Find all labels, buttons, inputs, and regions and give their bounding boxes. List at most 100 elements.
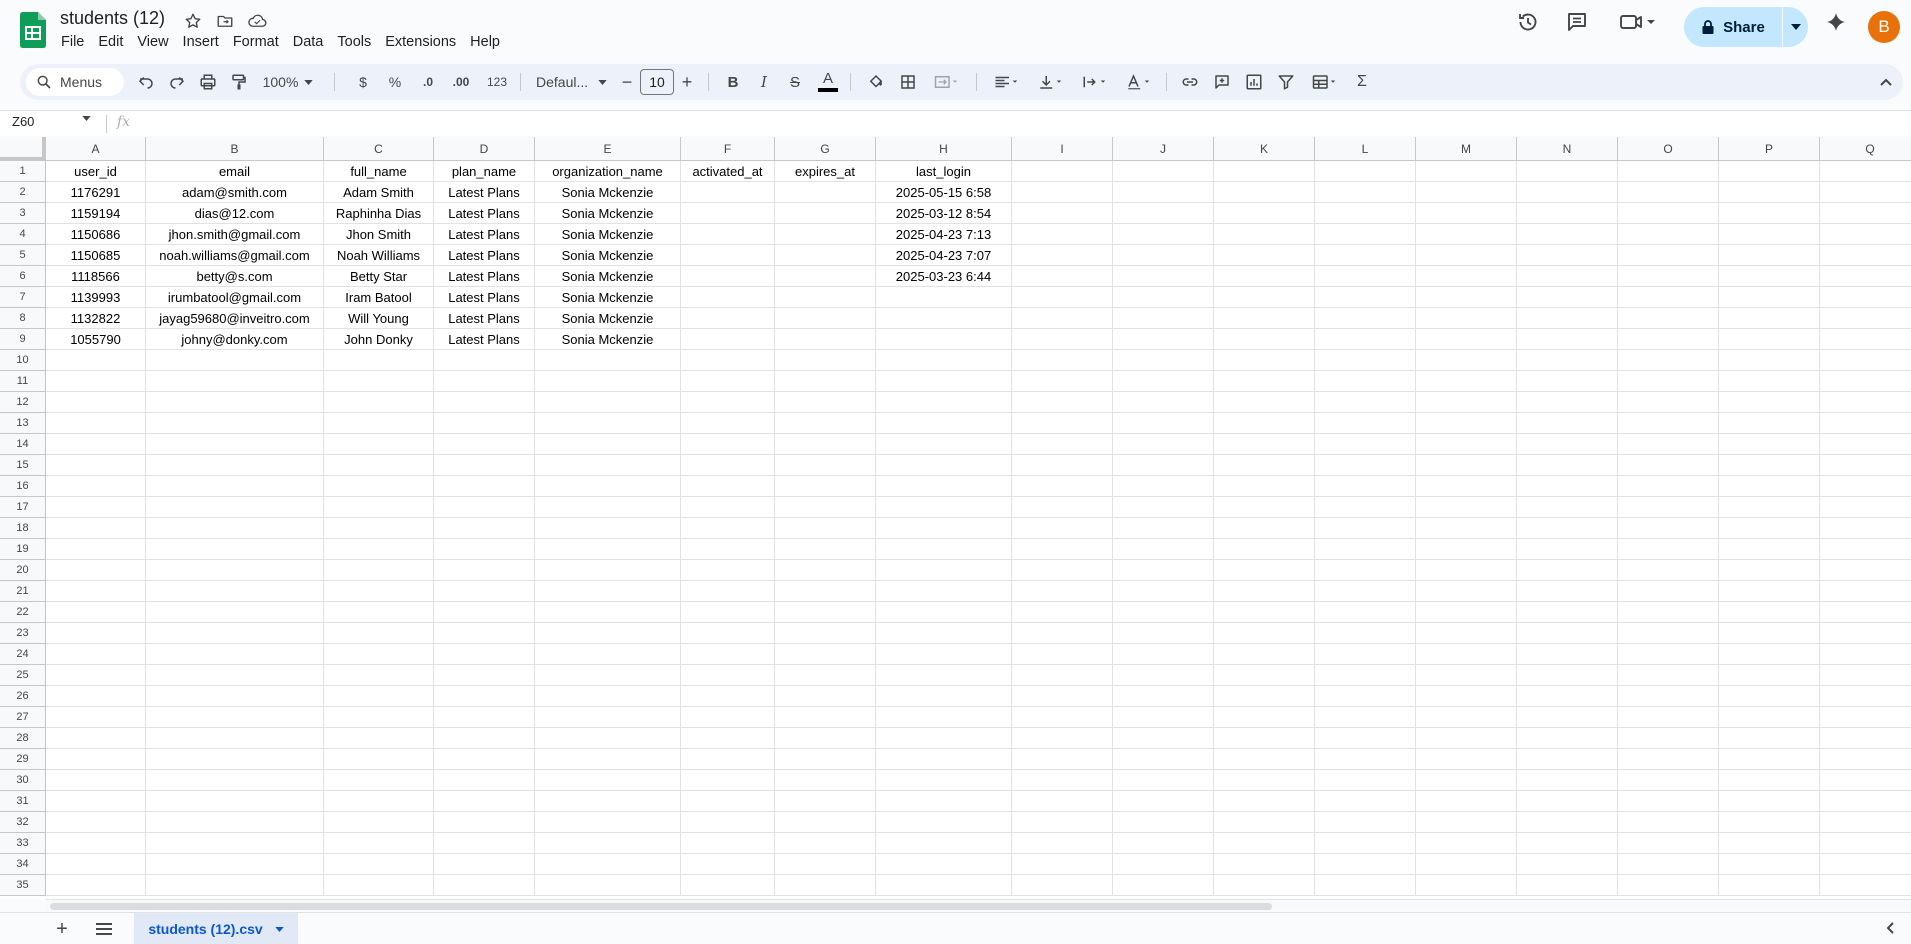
cell-q29[interactable]: [1820, 749, 1911, 770]
cell-q7[interactable]: [1820, 287, 1911, 308]
cell-d9[interactable]: Latest Plans: [434, 329, 535, 350]
cell-a25[interactable]: [46, 665, 146, 686]
cell-j22[interactable]: [1113, 602, 1214, 623]
cell-o7[interactable]: [1618, 287, 1719, 308]
cell-d5[interactable]: Latest Plans: [434, 245, 535, 266]
cell-k27[interactable]: [1214, 707, 1315, 728]
menu-format[interactable]: Format: [226, 32, 286, 52]
menu-insert[interactable]: Insert: [176, 32, 226, 52]
cell-j8[interactable]: [1113, 308, 1214, 329]
cell-k14[interactable]: [1214, 434, 1315, 455]
cell-g28[interactable]: [775, 728, 876, 749]
filter-icon[interactable]: [1272, 64, 1300, 100]
cell-a19[interactable]: [46, 539, 146, 560]
cell-b35[interactable]: [146, 875, 324, 896]
cell-q32[interactable]: [1820, 812, 1911, 833]
cell-m4[interactable]: [1416, 224, 1517, 245]
cell-p35[interactable]: [1719, 875, 1820, 896]
cell-n12[interactable]: [1517, 392, 1618, 413]
cell-f23[interactable]: [681, 623, 775, 644]
cell-e12[interactable]: [535, 392, 681, 413]
cell-m14[interactable]: [1416, 434, 1517, 455]
cell-k23[interactable]: [1214, 623, 1315, 644]
row-header-18[interactable]: 18: [0, 518, 46, 539]
cell-a28[interactable]: [46, 728, 146, 749]
cell-e21[interactable]: [535, 581, 681, 602]
cell-h8[interactable]: [876, 308, 1012, 329]
cell-l3[interactable]: [1315, 203, 1416, 224]
cell-i12[interactable]: [1012, 392, 1113, 413]
cell-i34[interactable]: [1012, 854, 1113, 875]
meet-video-icon[interactable]: [1614, 6, 1662, 38]
cell-n35[interactable]: [1517, 875, 1618, 896]
cell-n14[interactable]: [1517, 434, 1618, 455]
row-header-35[interactable]: 35: [0, 875, 46, 896]
cell-e28[interactable]: [535, 728, 681, 749]
cell-o30[interactable]: [1618, 770, 1719, 791]
caret-down-icon[interactable]: [275, 926, 284, 932]
cell-h15[interactable]: [876, 455, 1012, 476]
cell-h13[interactable]: [876, 413, 1012, 434]
cell-q14[interactable]: [1820, 434, 1911, 455]
more-formats-button[interactable]: 123: [482, 64, 512, 100]
cell-l4[interactable]: [1315, 224, 1416, 245]
cell-a7[interactable]: 1139993: [46, 287, 146, 308]
cell-o24[interactable]: [1618, 644, 1719, 665]
cell-l9[interactable]: [1315, 329, 1416, 350]
cell-a8[interactable]: 1132822: [46, 308, 146, 329]
cell-b30[interactable]: [146, 770, 324, 791]
cell-m29[interactable]: [1416, 749, 1517, 770]
cell-a9[interactable]: 1055790: [46, 329, 146, 350]
cell-h14[interactable]: [876, 434, 1012, 455]
cell-m7[interactable]: [1416, 287, 1517, 308]
cell-c22[interactable]: [324, 602, 434, 623]
cell-k22[interactable]: [1214, 602, 1315, 623]
cell-l6[interactable]: [1315, 266, 1416, 287]
cell-m25[interactable]: [1416, 665, 1517, 686]
text-wrapping-icon[interactable]: [1074, 64, 1114, 100]
cell-h4[interactable]: 2025-04-23 7:13: [876, 224, 1012, 245]
cell-d25[interactable]: [434, 665, 535, 686]
cell-i14[interactable]: [1012, 434, 1113, 455]
cell-d21[interactable]: [434, 581, 535, 602]
cell-a27[interactable]: [46, 707, 146, 728]
cell-o17[interactable]: [1618, 497, 1719, 518]
cell-a21[interactable]: [46, 581, 146, 602]
cell-n27[interactable]: [1517, 707, 1618, 728]
cell-c30[interactable]: [324, 770, 434, 791]
column-header-k[interactable]: K: [1214, 137, 1315, 161]
gemini-sparkle-icon[interactable]: [1820, 6, 1852, 38]
cell-k3[interactable]: [1214, 203, 1315, 224]
cell-q35[interactable]: [1820, 875, 1911, 896]
cell-q18[interactable]: [1820, 518, 1911, 539]
row-header-27[interactable]: 27: [0, 707, 46, 728]
cell-e29[interactable]: [535, 749, 681, 770]
cell-q31[interactable]: [1820, 791, 1911, 812]
cell-j19[interactable]: [1113, 539, 1214, 560]
cell-f16[interactable]: [681, 476, 775, 497]
cell-k9[interactable]: [1214, 329, 1315, 350]
cell-q15[interactable]: [1820, 455, 1911, 476]
cell-j30[interactable]: [1113, 770, 1214, 791]
menu-tools[interactable]: Tools: [330, 32, 378, 52]
cell-d14[interactable]: [434, 434, 535, 455]
cell-m9[interactable]: [1416, 329, 1517, 350]
cell-f10[interactable]: [681, 350, 775, 371]
cell-j34[interactable]: [1113, 854, 1214, 875]
row-header-15[interactable]: 15: [0, 455, 46, 476]
cell-f5[interactable]: [681, 245, 775, 266]
cell-q5[interactable]: [1820, 245, 1911, 266]
cell-k1[interactable]: [1214, 161, 1315, 182]
cell-l25[interactable]: [1315, 665, 1416, 686]
cell-g17[interactable]: [775, 497, 876, 518]
cell-n30[interactable]: [1517, 770, 1618, 791]
star-icon[interactable]: [182, 10, 204, 32]
cell-g23[interactable]: [775, 623, 876, 644]
cell-i35[interactable]: [1012, 875, 1113, 896]
cell-p26[interactable]: [1719, 686, 1820, 707]
cell-i33[interactable]: [1012, 833, 1113, 854]
cell-n25[interactable]: [1517, 665, 1618, 686]
cell-l27[interactable]: [1315, 707, 1416, 728]
row-header-2[interactable]: 2: [0, 182, 46, 203]
cell-a18[interactable]: [46, 518, 146, 539]
